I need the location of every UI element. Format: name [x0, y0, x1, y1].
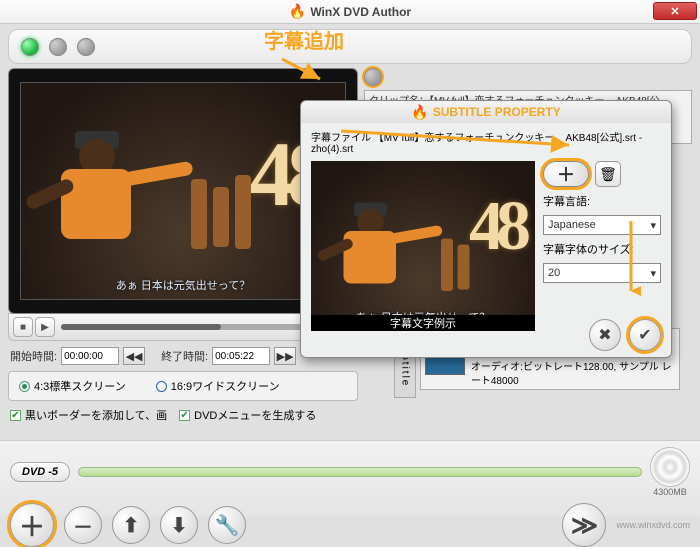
- dialog-ok-button[interactable]: ✔: [629, 319, 661, 351]
- end-time-input[interactable]: [212, 347, 270, 365]
- website-link[interactable]: www.winxdvd.com: [616, 520, 690, 530]
- end-time-label: 終了時間:: [161, 348, 208, 364]
- preview-subtitle: あぁ 日本は元気出せって？: [21, 277, 345, 293]
- dialog-cancel-button[interactable]: ✖: [589, 319, 621, 351]
- disc-icon: [650, 447, 690, 487]
- mark-start-button[interactable]: ◀◀: [123, 347, 145, 365]
- dialog-title: SUBTITLE PROPERTY: [433, 105, 561, 119]
- delete-subtitle-button[interactable]: 🗑: [595, 161, 621, 187]
- step-light-2[interactable]: [49, 38, 67, 56]
- settings-button[interactable]: 🔧: [208, 506, 246, 544]
- add-subtitle-button[interactable]: ＋: [543, 161, 589, 187]
- flame-icon: 🔥: [289, 3, 306, 20]
- app-title: WinX DVD Author: [310, 5, 411, 19]
- start-time-input[interactable]: [61, 347, 119, 365]
- stop-button[interactable]: ■: [13, 317, 33, 337]
- letterbox-checkbox[interactable]: ✔黒いボーダーを添加して、画: [10, 407, 167, 423]
- aspect-169-radio[interactable]: 16:9ワイドスクリーン: [156, 378, 280, 394]
- mark-end-button[interactable]: ▶▶: [274, 347, 296, 365]
- play-button[interactable]: ▶: [35, 317, 55, 337]
- subtitle-language-select[interactable]: Japanese▾: [543, 215, 661, 235]
- subtitle-size-select[interactable]: 20▾: [543, 263, 661, 283]
- step-light-3[interactable]: [77, 38, 95, 56]
- subtitle-property-dialog: 🔥SUBTITLE PROPERTY 字幕ファイル 【MV full】恋するフォ…: [300, 100, 672, 358]
- dvd-menu-checkbox[interactable]: ✔DVDメニューを生成する: [179, 407, 316, 423]
- seek-slider[interactable]: [61, 324, 327, 330]
- disk-capacity: 4300MB: [650, 487, 690, 497]
- move-down-button[interactable]: ⬇: [160, 506, 198, 544]
- dvd-type-select[interactable]: DVD -5: [10, 462, 70, 482]
- step-light-1[interactable]: [21, 38, 39, 56]
- subtitle-language-label: 字幕言語:: [543, 193, 661, 209]
- start-time-label: 開始時間:: [10, 348, 57, 364]
- step-bar: 字幕追加: [8, 29, 692, 64]
- remove-clip-button[interactable]: －: [64, 506, 102, 544]
- close-button[interactable]: ✕: [653, 2, 697, 20]
- subtitle-toggle-button[interactable]: [364, 68, 382, 86]
- dialog-preview: 48 あぁ 日本は元気出せって？ 字幕文字例示: [311, 161, 535, 331]
- add-clip-button[interactable]: ＋: [10, 503, 54, 547]
- move-up-button[interactable]: ⬆: [112, 506, 150, 544]
- annotation-add-subtitle: 字幕追加: [264, 25, 344, 54]
- aspect-43-radio[interactable]: 4:3標準スクリーン: [19, 378, 126, 394]
- disk-usage-bar: [78, 467, 642, 477]
- subtitle-size-label: 字幕字体のサイズ:: [543, 241, 661, 257]
- subtitle-file-label: 字幕ファイル: [311, 133, 371, 144]
- next-step-button[interactable]: ≫: [562, 503, 606, 547]
